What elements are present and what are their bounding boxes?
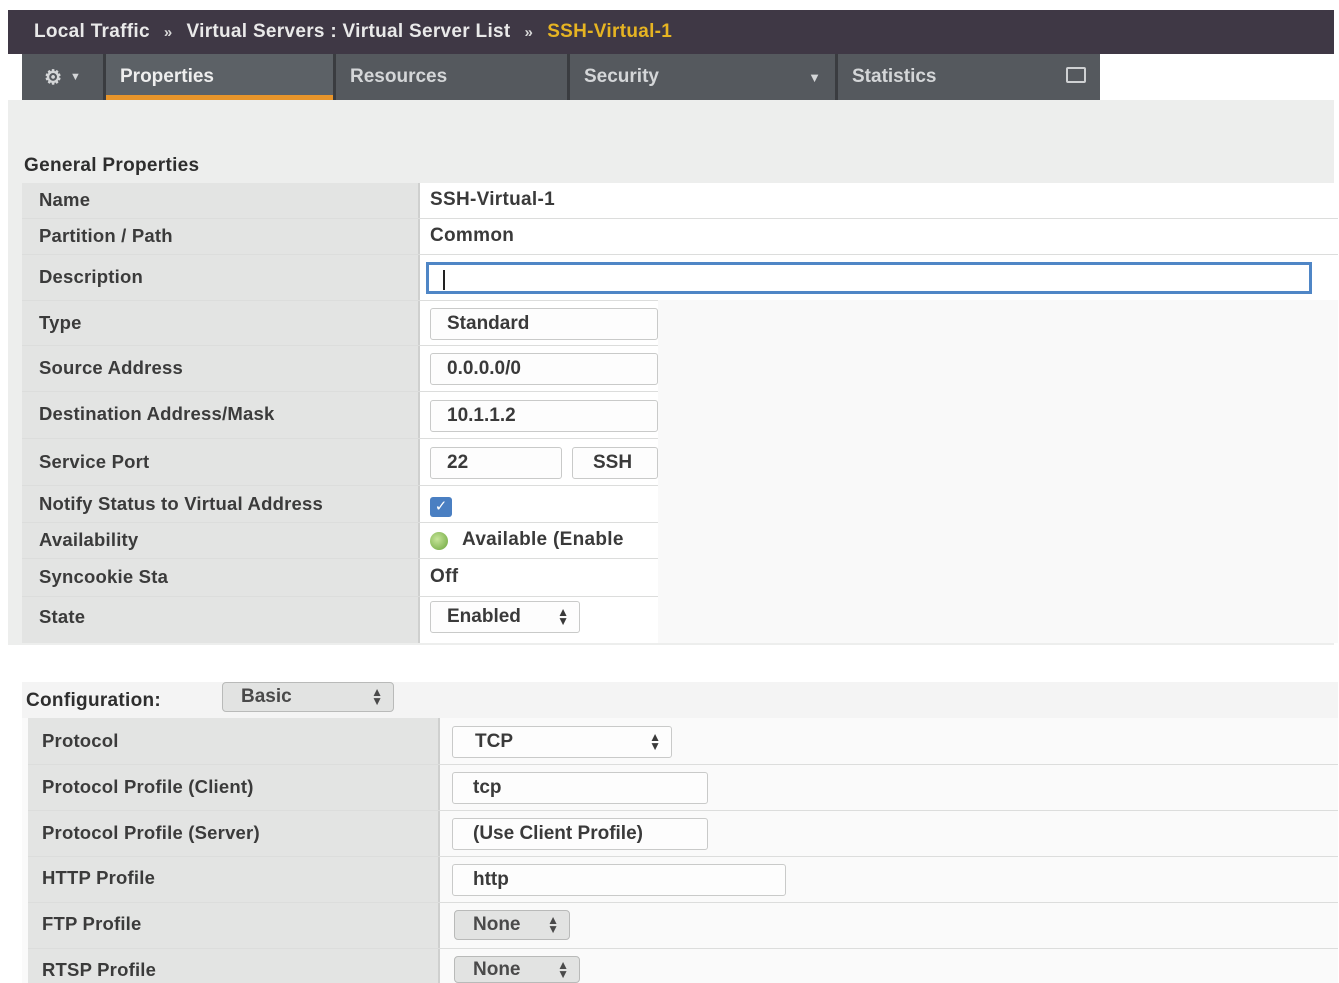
service-port-input[interactable]: 22 [430, 447, 562, 479]
tab-resources[interactable]: Resources [336, 54, 570, 100]
source-address-value: 0.0.0.0/0 [447, 358, 521, 379]
tab-security[interactable]: Security ▼ [570, 54, 838, 100]
rtsp-profile-select[interactable]: None ▲ ▼ [454, 956, 580, 983]
availability-value: Available (Enable [462, 529, 624, 550]
row-divider [22, 391, 658, 392]
syncookie-status-label: Syncookie Sta [39, 566, 169, 587]
protocol-profile-client-value: tcp [473, 777, 502, 798]
rtsp-profile-value: None [473, 958, 521, 980]
service-port-value: 22 [447, 452, 469, 473]
row-divider [22, 300, 658, 301]
row-divider [22, 218, 1338, 219]
row-divider [28, 810, 1338, 811]
type-label: Type [39, 312, 82, 333]
configuration-label-column [28, 718, 440, 983]
breadcrumb-virtual-server-list[interactable]: Virtual Servers : Virtual Server List [186, 21, 510, 43]
destination-address-input[interactable]: 10.1.1.2 [430, 400, 658, 432]
ftp-profile-label: FTP Profile [42, 913, 142, 934]
tab-properties[interactable]: Properties [106, 54, 336, 100]
row-divider [28, 902, 1338, 903]
configuration-title: Configuration: [26, 690, 162, 711]
breadcrumb: Local Traffic » Virtual Servers : Virtua… [8, 10, 1334, 54]
notify-status-label: Notify Status to Virtual Address [39, 493, 323, 514]
row-divider [28, 948, 1338, 949]
breadcrumb-separator: » [163, 23, 173, 41]
breadcrumb-current: SSH-Virtual-1 [547, 21, 673, 42]
chevron-down-icon: ▼ [808, 69, 821, 85]
partition-path-value: Common [430, 225, 515, 246]
name-value: SSH-Virtual-1 [430, 189, 555, 210]
protocol-profile-server-label: Protocol Profile (Server) [42, 822, 260, 843]
protocol-label: Protocol [42, 730, 119, 751]
select-arrows-icon: ▲ ▼ [557, 957, 569, 981]
availability-status-icon [430, 532, 448, 550]
state-select[interactable]: Enabled ▲ ▼ [430, 601, 580, 633]
destination-address-value: 10.1.1.2 [447, 405, 516, 426]
value-area-background [658, 300, 1338, 643]
row-divider [22, 345, 658, 346]
state-value: Enabled [447, 606, 521, 627]
syncookie-status-value: Off [430, 566, 459, 587]
row-divider [28, 856, 1338, 857]
ftp-profile-select[interactable]: None ▲ ▼ [454, 910, 570, 940]
source-address-label: Source Address [39, 357, 183, 378]
ftp-profile-value: None [473, 914, 521, 935]
select-arrows-icon: ▲ ▼ [371, 685, 383, 708]
breadcrumb-separator: » [524, 23, 534, 41]
tab-statistics-label: Statistics [852, 66, 937, 87]
row-divider [22, 485, 658, 486]
source-address-input[interactable]: 0.0.0.0/0 [430, 353, 658, 385]
row-divider [22, 254, 1338, 255]
protocol-value: TCP [475, 731, 513, 752]
http-profile-label: HTTP Profile [42, 867, 156, 888]
general-properties-title: General Properties [24, 155, 200, 176]
row-divider [22, 522, 658, 523]
protocol-profile-client-select[interactable]: tcp [452, 772, 708, 804]
protocol-profile-server-select[interactable]: (Use Client Profile) [452, 818, 708, 850]
notify-status-checkbox[interactable]: ✓ [430, 497, 452, 517]
select-arrows-icon: ▲ ▼ [649, 730, 661, 753]
service-port-select[interactable]: SSH [572, 447, 658, 479]
type-select[interactable]: Standard [430, 308, 658, 340]
type-value: Standard [447, 313, 530, 334]
http-profile-select[interactable]: http [452, 864, 786, 896]
popout-icon[interactable] [1066, 67, 1086, 83]
destination-address-label: Destination Address/Mask [39, 403, 275, 424]
state-label: State [39, 606, 86, 627]
gear-icon: ⚙ [44, 66, 63, 89]
service-port-label: Service Port [39, 451, 150, 472]
protocol-profile-client-label: Protocol Profile (Client) [42, 776, 254, 797]
select-arrows-icon: ▲ ▼ [547, 913, 559, 936]
tab-security-label: Security [584, 66, 659, 87]
name-label: Name [39, 189, 91, 210]
partition-path-label: Partition / Path [39, 225, 173, 246]
select-arrows-icon: ▲ ▼ [557, 605, 569, 628]
row-divider [22, 558, 658, 559]
tab-statistics[interactable]: Statistics [838, 54, 1100, 100]
text-cursor [443, 270, 445, 290]
description-input[interactable] [426, 262, 1312, 294]
protocol-profile-server-value: (Use Client Profile) [473, 823, 643, 844]
rtsp-profile-label: RTSP Profile [42, 959, 157, 980]
tab-bar: ⚙ ▼ Properties Resources Security ▼ Stat… [22, 54, 1100, 100]
row-divider [28, 764, 1338, 765]
configuration-mode-value: Basic [241, 686, 292, 707]
availability-label: Availability [39, 529, 139, 550]
description-label: Description [39, 266, 143, 287]
service-port-name: SSH [593, 452, 633, 473]
http-profile-value: http [473, 869, 509, 890]
row-divider [22, 596, 658, 597]
gear-menu-button[interactable]: ⚙ ▼ [22, 54, 106, 100]
breadcrumb-local-traffic[interactable]: Local Traffic [34, 21, 150, 43]
row-divider [22, 438, 658, 439]
chevron-down-icon: ▼ [70, 71, 81, 83]
protocol-select[interactable]: TCP ▲ ▼ [452, 726, 672, 758]
configuration-mode-select[interactable]: Basic ▲ ▼ [222, 682, 394, 712]
